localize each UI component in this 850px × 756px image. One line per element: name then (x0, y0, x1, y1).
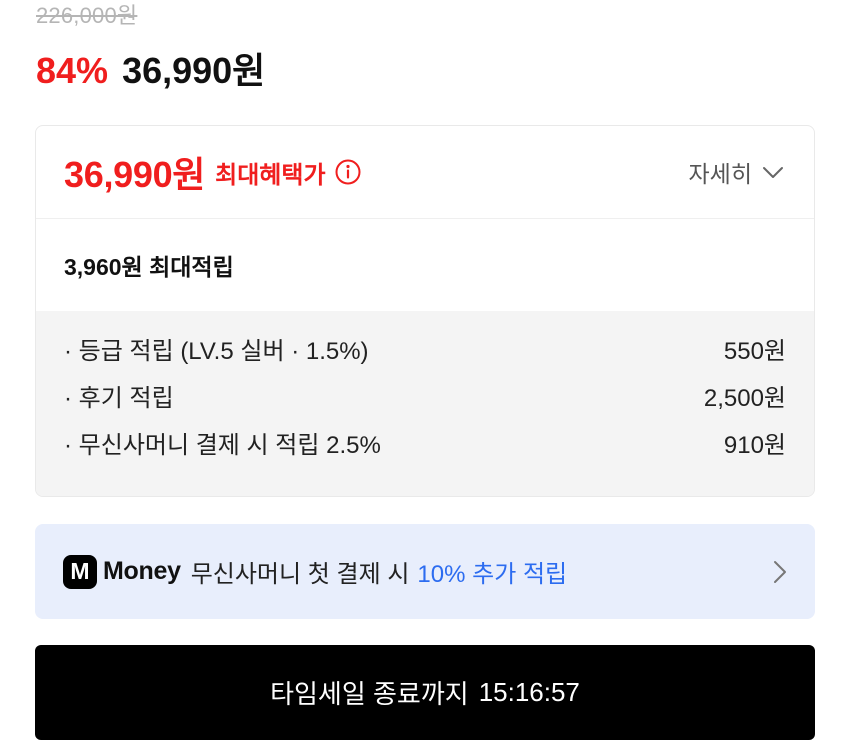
detail-label: 자세히 (688, 161, 752, 187)
point-item: · 무신사머니 결제 시 적립 2.5% 910원 (64, 419, 786, 466)
banner-highlight: 10% 추가 적립 (417, 561, 568, 588)
max-benefit-label: 최대혜택가 (215, 161, 326, 189)
point-item-value: 2,500원 (703, 385, 786, 412)
point-item-label: · 후기 적립 (64, 385, 174, 412)
detail-toggle-button[interactable]: 자세히 (689, 155, 784, 189)
max-benefit-price: 36,990원 (64, 154, 206, 195)
money-brand: Money (103, 557, 181, 585)
discount-rate: 84% (36, 50, 109, 91)
point-item-label: · 무신사머니 결제 시 적립 2.5% (64, 432, 381, 459)
price-row: 84% 36,990원 (36, 42, 265, 94)
benefit-card-header: 36,990원 최대혜택가 자세히 (36, 126, 814, 219)
point-list: · 등급 적립 (LV.5 실버 · 1.5%) 550원 · 후기 적립 2,… (36, 311, 814, 496)
chevron-down-icon (762, 159, 784, 186)
chevron-right-icon (773, 560, 787, 584)
sale-price: 36,990원 (122, 50, 266, 91)
money-promo-banner[interactable]: M Money 무신사머니 첫 결제 시 10% 추가 적립 (35, 524, 815, 619)
timer-countdown: 15:16:57 (478, 677, 580, 707)
money-logo-icon: M (63, 554, 97, 589)
point-item-value: 550원 (723, 338, 786, 365)
timesale-timer-bar[interactable]: 타임세일 종료까지 15:16:57 (35, 645, 815, 740)
point-item: · 등급 적립 (LV.5 실버 · 1.5%) 550원 (64, 325, 786, 372)
point-item-label: · 등급 적립 (LV.5 실버 · 1.5%) (64, 338, 369, 365)
info-icon[interactable] (334, 158, 362, 186)
banner-text: 무신사머니 첫 결제 시 (190, 561, 410, 588)
benefit-card: 36,990원 최대혜택가 자세히 3,960원 최대적립 · 등급 적립 (L… (35, 125, 815, 497)
point-item: · 후기 적립 2,500원 (64, 372, 786, 419)
point-item-value: 910원 (723, 432, 786, 459)
original-price: 226,000원 (36, 3, 138, 28)
max-points-summary: 3,960원 최대적립 (64, 254, 234, 280)
timer-label: 타임세일 종료까지 (270, 679, 469, 709)
